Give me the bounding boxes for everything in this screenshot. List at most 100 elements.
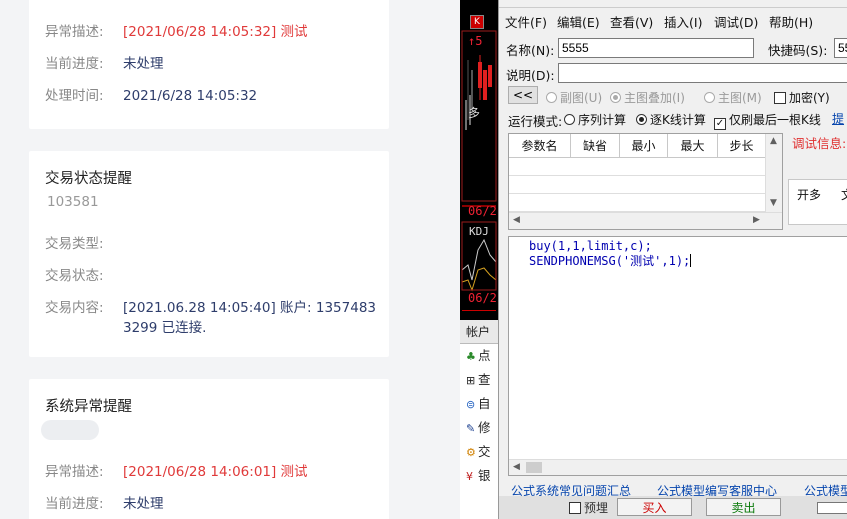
notification-panel: 异常描述: [2021/06/28 14:05:32] 测试 当前进度: 未处理… <box>0 0 460 519</box>
checkbox-box <box>569 502 581 514</box>
description-label: 说明(D): <box>506 68 555 83</box>
extra-link[interactable]: 提 <box>832 110 844 127</box>
order-strip: 预埋 买入 卖出 <box>499 496 847 519</box>
account-item[interactable]: ⚙ 交 <box>460 440 498 464</box>
account-item[interactable]: ¥ 银 <box>460 464 498 488</box>
info-row: 异常描述: [2021/06/28 14:06:01] 测试 <box>45 462 377 482</box>
column-header[interactable]: 参数名 <box>509 134 571 158</box>
code-editor[interactable]: buy(1,1,limit,c); SENDPHONEMSG('测试',1); … <box>508 236 847 476</box>
radio-tick-calc[interactable]: 逐K线计算 <box>636 111 706 128</box>
menu-view[interactable]: 查看(V) <box>610 12 653 31</box>
table-horizontal-scrollbar[interactable]: ◀ ▶ <box>509 212 782 229</box>
collapse-button[interactable]: << <box>508 86 538 104</box>
window-titlebar[interactable] <box>499 0 847 8</box>
row-label: 处理时间: <box>45 88 104 104</box>
sell-button[interactable]: 卖出 <box>706 498 781 516</box>
account-item[interactable]: ♣ 点 <box>460 344 498 368</box>
row-value: 2021/6/28 14:05:32 <box>123 88 258 104</box>
account-item[interactable]: ⊜ 自 <box>460 392 498 416</box>
card-title: 交易状态提醒 <box>45 171 132 187</box>
account-item[interactable]: ⊞ 查 <box>460 368 498 392</box>
menu-edit[interactable]: 编辑(E) <box>557 12 600 31</box>
table-row[interactable] <box>509 176 766 194</box>
refresh-icon: ⊜ <box>466 398 476 411</box>
info-row: 当前进度: 未处理 <box>45 54 377 74</box>
alert-card-abnormal-2[interactable]: 系统异常提醒 异常描述: [2021/06/28 14:06:01] 测试 当前… <box>29 379 389 519</box>
radio-dot <box>636 114 647 125</box>
account-item-label: 自 <box>478 396 491 411</box>
code-line: SENDPHONEMSG('测试',1); <box>529 254 691 268</box>
radio-label: 主图(M) <box>718 91 762 105</box>
table-row[interactable] <box>509 194 766 212</box>
redacted-field <box>41 420 99 440</box>
row-value: 未处理 <box>123 56 164 72</box>
menu-insert[interactable]: 插入(I) <box>664 12 702 31</box>
plus-box-icon: ⊞ <box>466 374 476 387</box>
name-label: 名称(N): <box>506 43 555 58</box>
table-row[interactable] <box>509 158 766 176</box>
info-row: 交易状态: <box>45 266 377 286</box>
radio-main-chart[interactable]: 主图(M) <box>704 89 762 106</box>
radio-label: 序列计算 <box>578 113 627 127</box>
radio-main-overlay[interactable]: 主图叠加(I) <box>610 89 685 106</box>
date-label-lower: 06/2 <box>468 291 497 305</box>
buy-button[interactable]: 买入 <box>617 498 692 516</box>
checkbox-box <box>774 92 786 104</box>
radio-dot <box>610 92 621 103</box>
menu-debug[interactable]: 调试(D) <box>714 12 758 31</box>
position-label: 多 <box>468 106 481 120</box>
check-icon: ✓ <box>714 118 726 130</box>
name-input[interactable]: 5555 <box>558 38 754 58</box>
radio-dot <box>704 92 715 103</box>
menu-bar: 文件(F) 编辑(E) 查看(V) 插入(I) 调试(D) 帮助(H) <box>499 9 847 31</box>
account-header[interactable]: 帐户 <box>460 320 498 344</box>
alert-card-trade-status[interactable]: 交易状态提醒 103581 交易类型: 交易状态: 交易内容: [2021.06… <box>29 151 389 357</box>
gear-icon: ⚙ <box>466 446 476 459</box>
scroll-right-icon[interactable]: ▶ <box>753 215 760 225</box>
scroll-down-icon[interactable]: ▼ <box>770 198 777 208</box>
candlestick-chart <box>461 30 497 311</box>
radio-sub-chart[interactable]: 副图(U) <box>546 89 602 106</box>
account-item-label: 查 <box>478 372 491 387</box>
scroll-up-icon[interactable]: ▲ <box>770 136 777 146</box>
menu-help[interactable]: 帮助(H) <box>769 12 813 31</box>
radio-sequence-calc[interactable]: 序列计算 <box>564 111 626 128</box>
scroll-thumb[interactable] <box>526 462 542 473</box>
debug-output[interactable]: 开多 文 <box>788 179 847 225</box>
debug-tab[interactable]: 开多 <box>797 186 821 203</box>
radio-label: 副图(U) <box>560 91 603 105</box>
info-row: 处理时间: 2021/6/28 14:05:32 <box>45 86 377 106</box>
debug-tab-2[interactable]: 文 <box>841 186 847 203</box>
code-text[interactable]: buy(1,1,limit,c); SENDPHONEMSG('测试',1); <box>529 239 692 269</box>
quantity-field[interactable] <box>817 502 847 514</box>
menu-file[interactable]: 文件(F) <box>505 12 547 31</box>
column-header[interactable]: 最小 <box>620 134 668 158</box>
account-item-label: 点 <box>478 348 491 363</box>
info-row: 交易内容: [2021.06.28 14:05:40] 账户: 13574833… <box>45 298 377 338</box>
encrypt-checkbox[interactable]: 加密(Y) <box>774 89 830 106</box>
table-vertical-scrollbar[interactable]: ▲ ▼ <box>765 134 782 214</box>
info-row: 交易类型: <box>45 234 377 254</box>
row-value: [2021.06.28 14:05:40] 账户: 13574833299 已连… <box>123 300 377 336</box>
column-header[interactable]: 缺省 <box>571 134 620 158</box>
parameter-table[interactable]: 参数名 缺省 最小 最大 步长 ▲ ▼ ◀ ▶ <box>508 133 783 230</box>
preorder-checkbox[interactable]: 预埋 <box>569 499 608 516</box>
info-row: 异常描述: [2021/06/28 14:05:32] 测试 <box>45 22 377 42</box>
column-header[interactable]: 步长 <box>718 134 766 158</box>
scroll-left-icon[interactable]: ◀ <box>513 462 520 472</box>
code-horizontal-scrollbar[interactable]: ◀ <box>509 459 847 475</box>
scroll-left-icon[interactable]: ◀ <box>513 215 520 225</box>
column-header[interactable]: 最大 <box>668 134 718 158</box>
price-change: ↑5 <box>468 34 483 48</box>
shortcut-label: 快捷码(S): <box>768 43 828 58</box>
kline-chart-strip[interactable]: K ↑5 多 06/2 KDJ 06/2 帐户 ♣ 点 ⊞ 查 ⊜ 自 ✎ 修 ⚙ 交 ¥… <box>460 0 498 519</box>
card-title: 系统异常提醒 <box>45 399 132 415</box>
account-item-label: 交 <box>478 444 491 459</box>
description-input[interactable] <box>558 63 847 83</box>
account-item-label: 修 <box>478 420 491 435</box>
account-item[interactable]: ✎ 修 <box>460 416 498 440</box>
radio-dot <box>564 114 575 125</box>
info-row: 当前进度: 未处理 <box>45 494 377 514</box>
last-bar-checkbox[interactable]: ✓ 仅刷最后一根K线 <box>714 111 821 130</box>
shortcut-input[interactable]: 55 <box>834 38 847 58</box>
